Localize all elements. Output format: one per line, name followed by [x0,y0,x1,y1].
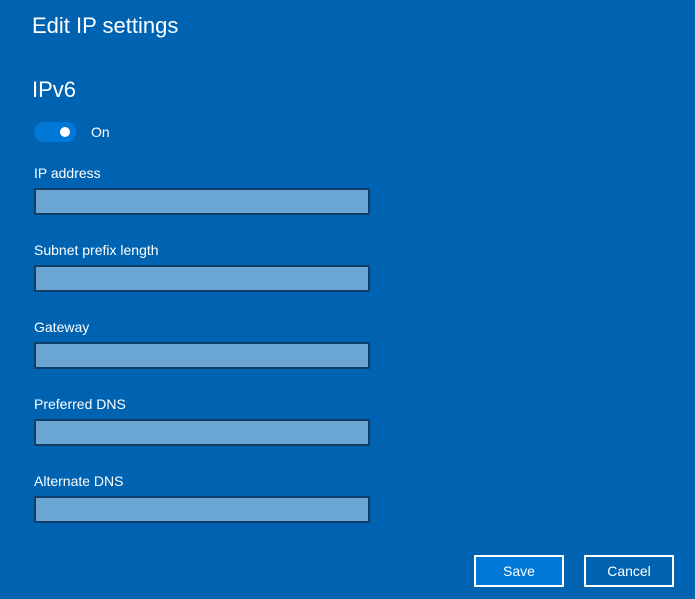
ip-address-label: IP address [34,165,101,181]
subnet-prefix-length-label: Subnet prefix length [34,242,159,258]
section-title-ipv6: IPv6 [32,77,77,102]
ipv6-toggle-row: On [34,122,110,142]
preferred-dns-label: Preferred DNS [34,396,126,412]
ip-address-input[interactable] [34,188,370,215]
toggle-state-label: On [91,124,110,140]
cancel-button[interactable]: Cancel [584,555,674,587]
alternate-dns-input[interactable] [34,496,370,523]
subnet-prefix-length-input[interactable] [34,265,370,292]
toggle-knob [60,127,70,137]
dialog-title: Edit IP settings [32,13,179,38]
ipv6-toggle-switch[interactable] [34,122,76,142]
preferred-dns-input[interactable] [34,419,370,446]
save-button[interactable]: Save [474,555,564,587]
alternate-dns-label: Alternate DNS [34,473,124,489]
gateway-label: Gateway [34,319,90,335]
gateway-input[interactable] [34,342,370,369]
